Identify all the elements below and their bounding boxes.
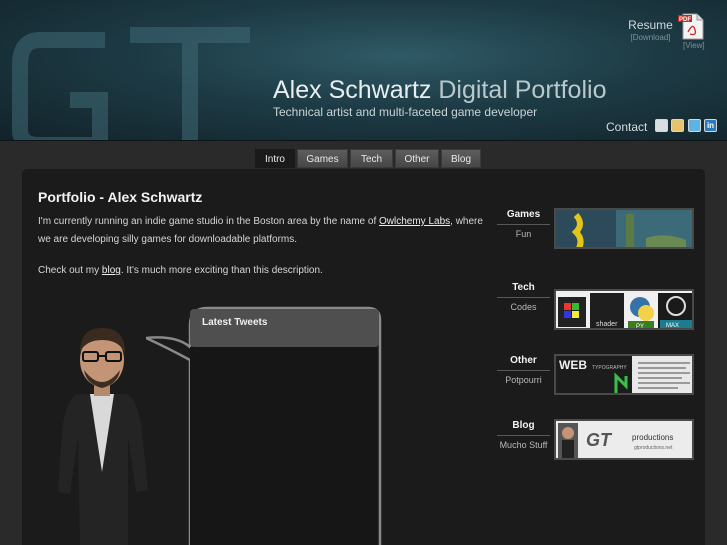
site-title-name: Alex Schwartz bbox=[273, 76, 432, 104]
games-thumbnail[interactable] bbox=[554, 208, 694, 249]
site-title: Alex Schwartz Digital Portfolio bbox=[273, 76, 606, 105]
avatar-character bbox=[58, 328, 148, 545]
tech-thumbnail[interactable]: shader PY MAX bbox=[554, 289, 694, 330]
contact-label: Contact bbox=[606, 120, 648, 134]
gt-logo-watermark bbox=[12, 27, 250, 140]
resume-view-link[interactable]: [View] bbox=[683, 41, 705, 50]
pdf-badge-text: PDF bbox=[679, 17, 691, 23]
site-title-rest: Digital Portfolio bbox=[438, 76, 607, 104]
tab-blog[interactable]: Blog bbox=[441, 149, 481, 168]
tweets-feed bbox=[190, 347, 377, 545]
blog-text-after: . It's much more exciting than this desc… bbox=[120, 265, 323, 276]
resume-download-link[interactable]: [Download] bbox=[628, 33, 673, 42]
site-subtitle: Technical artist and multi-faceted game … bbox=[273, 105, 538, 119]
blog-thumb-url-text: gtproductions.net bbox=[634, 445, 673, 451]
tab-games[interactable]: Games bbox=[297, 149, 348, 168]
sidebar-sub-tech: Codes bbox=[510, 302, 537, 312]
tweets-header: Latest Tweets bbox=[202, 317, 268, 328]
sidebar-label-tech[interactable]: Tech bbox=[497, 282, 550, 293]
other-thumb-typography-text: TYPOGRAPHY bbox=[592, 365, 627, 371]
blog-thumbnail-image: GT productions gtproductions.net bbox=[556, 421, 692, 458]
other-thumbnail[interactable]: WEB TYPOGRAPHY bbox=[554, 354, 694, 395]
tech-thumb-py-text: PY bbox=[636, 324, 644, 330]
pdf-icon[interactable]: PDF bbox=[677, 12, 707, 40]
resume-label: Resume bbox=[628, 18, 673, 32]
tech-thumbnail-image: shader PY MAX bbox=[556, 291, 692, 330]
linkedin-icon[interactable]: in bbox=[704, 119, 717, 132]
sidebar-divider bbox=[497, 297, 550, 298]
site-header: Alex Schwartz Digital Portfolio Technica… bbox=[0, 0, 727, 141]
email-icon[interactable] bbox=[655, 119, 668, 132]
blog-thumb-logo-text: GT bbox=[586, 430, 613, 450]
page-title: Portfolio - Alex Schwartz bbox=[38, 189, 203, 205]
sidebar-label-blog[interactable]: Blog bbox=[497, 420, 550, 431]
sidebar-sub-other: Potpourri bbox=[505, 375, 542, 385]
intro-text-before: I'm currently running an indie game stud… bbox=[38, 216, 379, 227]
sidebar-label-other[interactable]: Other bbox=[497, 355, 550, 366]
tab-intro[interactable]: Intro bbox=[255, 149, 295, 168]
resume-block: Resume [Download] bbox=[628, 18, 673, 42]
sidebar-sub-blog: Mucho Stuff bbox=[499, 440, 548, 450]
sidebar-divider bbox=[497, 224, 550, 225]
blog-paragraph: Check out my blog. It's much more exciti… bbox=[38, 265, 323, 276]
tab-other[interactable]: Other bbox=[395, 149, 439, 168]
nav-bar: Intro Games Tech Other Blog bbox=[0, 141, 727, 169]
owlchemy-labs-link[interactable]: Owlchemy Labs bbox=[379, 216, 450, 227]
blog-thumbnail[interactable]: GT productions gtproductions.net bbox=[554, 419, 694, 460]
games-thumbnail-image bbox=[556, 210, 692, 247]
blog-link[interactable]: blog bbox=[102, 265, 121, 276]
sidebar-sub-games: Fun bbox=[515, 229, 532, 239]
other-thumb-web-text: WEB bbox=[559, 358, 587, 372]
blog-text-before: Check out my bbox=[38, 265, 102, 276]
tab-tech[interactable]: Tech bbox=[350, 149, 393, 168]
sidebar-divider bbox=[497, 435, 550, 436]
other-thumbnail-image: WEB TYPOGRAPHY bbox=[556, 356, 692, 393]
blog-thumb-productions-text: productions bbox=[632, 433, 673, 442]
sidebar-label-games[interactable]: Games bbox=[497, 209, 550, 220]
sidebar-divider bbox=[497, 370, 550, 371]
tech-thumb-max-text: MAX bbox=[666, 323, 679, 329]
tech-thumb-shader-text: shader bbox=[596, 321, 618, 328]
intro-paragraph: I'm currently running an indie game stud… bbox=[38, 213, 486, 249]
twitter-icon[interactable] bbox=[688, 119, 701, 132]
aim-icon[interactable] bbox=[671, 119, 684, 132]
